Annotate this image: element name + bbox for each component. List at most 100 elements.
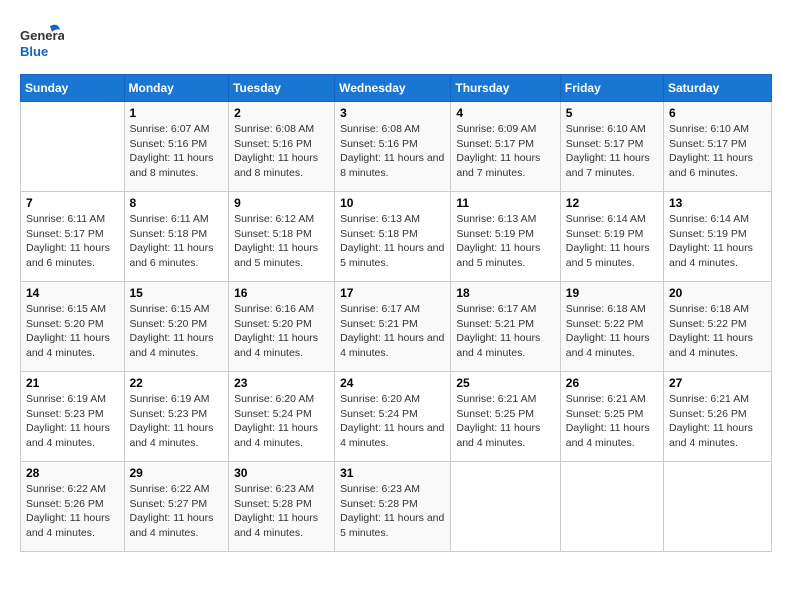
calendar-cell: 4 Sunrise: 6:09 AMSunset: 5:17 PMDaylight… xyxy=(451,102,560,192)
calendar-cell xyxy=(451,462,560,552)
day-number: 12 xyxy=(566,196,658,210)
day-number: 9 xyxy=(234,196,329,210)
day-number: 21 xyxy=(26,376,119,390)
calendar-cell: 16 Sunrise: 6:16 AMSunset: 5:20 PMDayligh… xyxy=(229,282,335,372)
day-info: Sunrise: 6:11 AMSunset: 5:17 PMDaylight:… xyxy=(26,212,119,271)
day-number: 31 xyxy=(340,466,445,480)
calendar-week-row: 28 Sunrise: 6:22 AMSunset: 5:26 PMDayligh… xyxy=(21,462,772,552)
day-info: Sunrise: 6:16 AMSunset: 5:20 PMDaylight:… xyxy=(234,302,329,361)
day-number: 24 xyxy=(340,376,445,390)
day-number: 14 xyxy=(26,286,119,300)
weekday-header: Friday xyxy=(560,75,663,102)
calendar-cell: 28 Sunrise: 6:22 AMSunset: 5:26 PMDayligh… xyxy=(21,462,125,552)
weekday-header: Thursday xyxy=(451,75,560,102)
day-info: Sunrise: 6:19 AMSunset: 5:23 PMDaylight:… xyxy=(26,392,119,451)
day-info: Sunrise: 6:10 AMSunset: 5:17 PMDaylight:… xyxy=(669,122,766,181)
calendar-cell: 1 Sunrise: 6:07 AMSunset: 5:16 PMDaylight… xyxy=(124,102,229,192)
day-number: 27 xyxy=(669,376,766,390)
day-number: 3 xyxy=(340,106,445,120)
logo: General Blue xyxy=(20,20,64,64)
day-info: Sunrise: 6:21 AMSunset: 5:25 PMDaylight:… xyxy=(456,392,554,451)
day-info: Sunrise: 6:18 AMSunset: 5:22 PMDaylight:… xyxy=(566,302,658,361)
calendar-cell: 27Sunrise: 6:21 AMSunset: 5:26 PMDayligh… xyxy=(664,372,772,462)
calendar-cell: 24 Sunrise: 6:20 AMSunset: 5:24 PMDayligh… xyxy=(335,372,451,462)
day-info: Sunrise: 6:20 AMSunset: 5:24 PMDaylight:… xyxy=(234,392,329,451)
day-number: 30 xyxy=(234,466,329,480)
calendar-cell: 19 Sunrise: 6:18 AMSunset: 5:22 PMDayligh… xyxy=(560,282,663,372)
day-number: 1 xyxy=(130,106,224,120)
day-info: Sunrise: 6:14 AMSunset: 5:19 PMDaylight:… xyxy=(566,212,658,271)
svg-text:Blue: Blue xyxy=(20,44,48,59)
calendar-cell xyxy=(21,102,125,192)
day-number: 18 xyxy=(456,286,554,300)
calendar-week-row: 21 Sunrise: 6:19 AMSunset: 5:23 PMDayligh… xyxy=(21,372,772,462)
calendar-week-row: 14 Sunrise: 6:15 AMSunset: 5:20 PMDayligh… xyxy=(21,282,772,372)
page-header: General Blue xyxy=(20,20,772,64)
calendar-cell: 30 Sunrise: 6:23 AMSunset: 5:28 PMDayligh… xyxy=(229,462,335,552)
day-info: Sunrise: 6:17 AMSunset: 5:21 PMDaylight:… xyxy=(456,302,554,361)
day-number: 2 xyxy=(234,106,329,120)
day-number: 7 xyxy=(26,196,119,210)
day-info: Sunrise: 6:11 AMSunset: 5:18 PMDaylight:… xyxy=(130,212,224,271)
day-number: 10 xyxy=(340,196,445,210)
day-info: Sunrise: 6:23 AMSunset: 5:28 PMDaylight:… xyxy=(234,482,329,541)
calendar-cell: 17Sunrise: 6:17 AMSunset: 5:21 PMDayligh… xyxy=(335,282,451,372)
day-number: 25 xyxy=(456,376,554,390)
day-info: Sunrise: 6:13 AMSunset: 5:19 PMDaylight:… xyxy=(456,212,554,271)
day-number: 19 xyxy=(566,286,658,300)
calendar-cell xyxy=(664,462,772,552)
calendar-cell: 6 Sunrise: 6:10 AMSunset: 5:17 PMDaylight… xyxy=(664,102,772,192)
day-number: 26 xyxy=(566,376,658,390)
calendar-week-row: 7 Sunrise: 6:11 AMSunset: 5:17 PMDaylight… xyxy=(21,192,772,282)
calendar-cell: 2 Sunrise: 6:08 AMSunset: 5:16 PMDaylight… xyxy=(229,102,335,192)
day-number: 16 xyxy=(234,286,329,300)
calendar-cell: 23 Sunrise: 6:20 AMSunset: 5:24 PMDayligh… xyxy=(229,372,335,462)
day-number: 5 xyxy=(566,106,658,120)
day-info: Sunrise: 6:15 AMSunset: 5:20 PMDaylight:… xyxy=(130,302,224,361)
weekday-header: Sunday xyxy=(21,75,125,102)
calendar-cell: 29 Sunrise: 6:22 AMSunset: 5:27 PMDayligh… xyxy=(124,462,229,552)
calendar-cell: 8 Sunrise: 6:11 AMSunset: 5:18 PMDaylight… xyxy=(124,192,229,282)
calendar-cell: 11 Sunrise: 6:13 AMSunset: 5:19 PMDayligh… xyxy=(451,192,560,282)
calendar-cell: 20 Sunrise: 6:18 AMSunset: 5:22 PMDayligh… xyxy=(664,282,772,372)
logo-bird-icon: General Blue xyxy=(20,20,64,64)
day-info: Sunrise: 6:08 AMSunset: 5:16 PMDaylight:… xyxy=(340,122,445,181)
day-number: 8 xyxy=(130,196,224,210)
day-info: Sunrise: 6:22 AMSunset: 5:26 PMDaylight:… xyxy=(26,482,119,541)
calendar-cell: 7 Sunrise: 6:11 AMSunset: 5:17 PMDaylight… xyxy=(21,192,125,282)
day-info: Sunrise: 6:07 AMSunset: 5:16 PMDaylight:… xyxy=(130,122,224,181)
day-info: Sunrise: 6:13 AMSunset: 5:18 PMDaylight:… xyxy=(340,212,445,271)
day-info: Sunrise: 6:20 AMSunset: 5:24 PMDaylight:… xyxy=(340,392,445,451)
calendar-cell: 14Sunrise: 6:15 AMSunset: 5:20 PMDayligh… xyxy=(21,282,125,372)
day-number: 28 xyxy=(26,466,119,480)
calendar-cell xyxy=(560,462,663,552)
day-info: Sunrise: 6:18 AMSunset: 5:22 PMDaylight:… xyxy=(669,302,766,361)
calendar-cell: 18 Sunrise: 6:17 AMSunset: 5:21 PMDayligh… xyxy=(451,282,560,372)
day-info: Sunrise: 6:12 AMSunset: 5:18 PMDaylight:… xyxy=(234,212,329,271)
calendar-cell: 31Sunrise: 6:23 AMSunset: 5:28 PMDayligh… xyxy=(335,462,451,552)
day-info: Sunrise: 6:19 AMSunset: 5:23 PMDaylight:… xyxy=(130,392,224,451)
day-number: 17 xyxy=(340,286,445,300)
day-number: 11 xyxy=(456,196,554,210)
calendar-header-row: SundayMondayTuesdayWednesdayThursdayFrid… xyxy=(21,75,772,102)
day-number: 4 xyxy=(456,106,554,120)
day-number: 6 xyxy=(669,106,766,120)
svg-text:General: General xyxy=(20,28,64,43)
weekday-header: Monday xyxy=(124,75,229,102)
day-info: Sunrise: 6:22 AMSunset: 5:27 PMDaylight:… xyxy=(130,482,224,541)
day-info: Sunrise: 6:09 AMSunset: 5:17 PMDaylight:… xyxy=(456,122,554,181)
day-info: Sunrise: 6:08 AMSunset: 5:16 PMDaylight:… xyxy=(234,122,329,181)
day-info: Sunrise: 6:21 AMSunset: 5:25 PMDaylight:… xyxy=(566,392,658,451)
calendar-table: SundayMondayTuesdayWednesdayThursdayFrid… xyxy=(20,74,772,552)
calendar-cell: 9 Sunrise: 6:12 AMSunset: 5:18 PMDaylight… xyxy=(229,192,335,282)
day-info: Sunrise: 6:14 AMSunset: 5:19 PMDaylight:… xyxy=(669,212,766,271)
calendar-cell: 13Sunrise: 6:14 AMSunset: 5:19 PMDayligh… xyxy=(664,192,772,282)
day-number: 15 xyxy=(130,286,224,300)
weekday-header: Saturday xyxy=(664,75,772,102)
day-info: Sunrise: 6:10 AMSunset: 5:17 PMDaylight:… xyxy=(566,122,658,181)
calendar-cell: 10 Sunrise: 6:13 AMSunset: 5:18 PMDayligh… xyxy=(335,192,451,282)
calendar-cell: 26 Sunrise: 6:21 AMSunset: 5:25 PMDayligh… xyxy=(560,372,663,462)
day-number: 29 xyxy=(130,466,224,480)
day-number: 23 xyxy=(234,376,329,390)
day-number: 20 xyxy=(669,286,766,300)
